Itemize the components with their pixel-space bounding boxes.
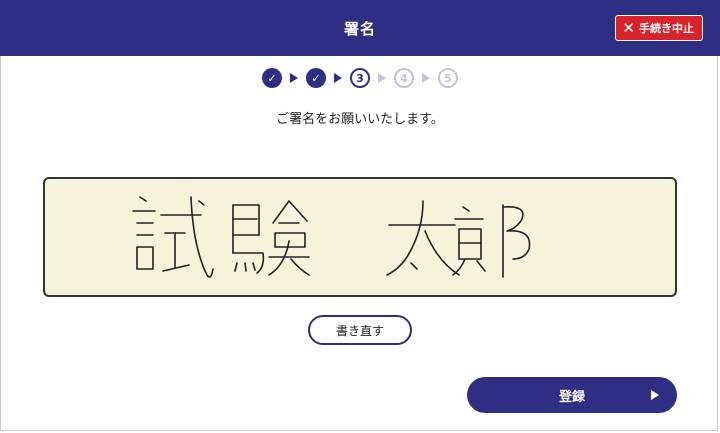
cancel-procedure-label: 手続き中止 [639,22,694,35]
step-5-pending: 5 [438,68,458,88]
step-2-check-icon: ✓ [306,68,326,88]
rewrite-label: 書き直す [335,323,384,338]
step-arrow-icon [334,73,342,83]
cancel-procedure-button[interactable]: ✕ 手続き中止 [615,15,703,41]
register-label: 登録 [558,389,585,405]
close-icon: ✕ [622,18,635,37]
step-arrow-icon [422,73,430,83]
register-button[interactable]: 登録 [467,377,677,413]
header-bar: 署名 ✕ 手続き中止 [0,0,720,56]
handwritten-signature [132,196,531,278]
step-arrow-icon [378,73,386,83]
signature-pad[interactable] [43,177,677,297]
page-title: 署名 [343,19,376,38]
step-indicator: ✓ ✓ 3 4 5 [0,66,720,90]
step-4-pending: 4 [394,68,414,88]
rewrite-button[interactable]: 書き直す [308,315,412,345]
step-1-check-icon: ✓ [262,68,282,88]
signature-instruction: ご署名をお願いいたします。 [276,112,444,127]
play-arrow-icon [651,390,659,400]
step-3-current: 3 [350,68,370,88]
step-arrow-icon [290,73,298,83]
